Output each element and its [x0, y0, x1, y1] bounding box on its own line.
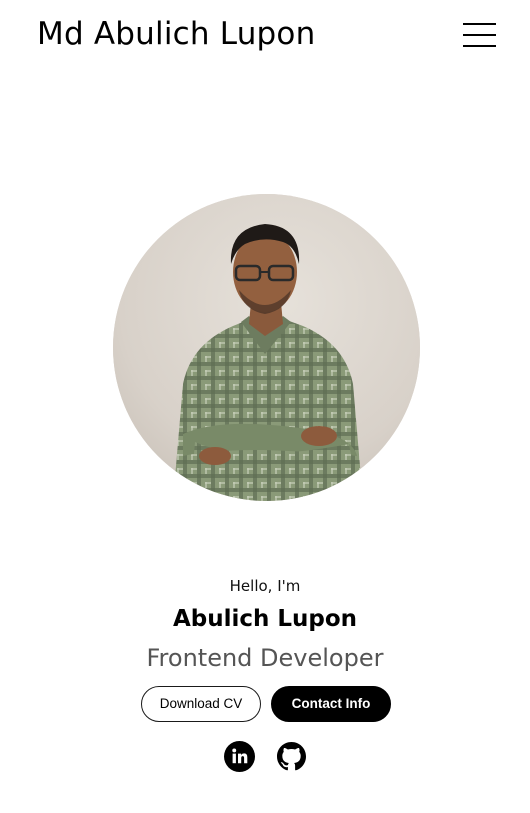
menu-bar-middle: [463, 34, 496, 36]
menu-bar-top: [463, 23, 496, 25]
greeting-text: Hello, I'm: [229, 577, 301, 595]
person-name: Abulich Lupon: [172, 606, 358, 632]
hamburger-menu-icon[interactable]: [463, 22, 496, 49]
menu-bar-bottom: [463, 45, 496, 47]
github-icon[interactable]: [276, 741, 307, 772]
contact-info-button[interactable]: Contact Info: [271, 686, 391, 722]
download-cv-button[interactable]: Download CV: [141, 686, 261, 722]
site-logo[interactable]: Md Abulich Lupon: [37, 14, 315, 54]
profile-photo: [113, 194, 420, 501]
profile-photo-illustration: [113, 194, 420, 501]
job-title: Frontend Developer: [146, 644, 384, 672]
linkedin-icon[interactable]: [224, 741, 255, 772]
